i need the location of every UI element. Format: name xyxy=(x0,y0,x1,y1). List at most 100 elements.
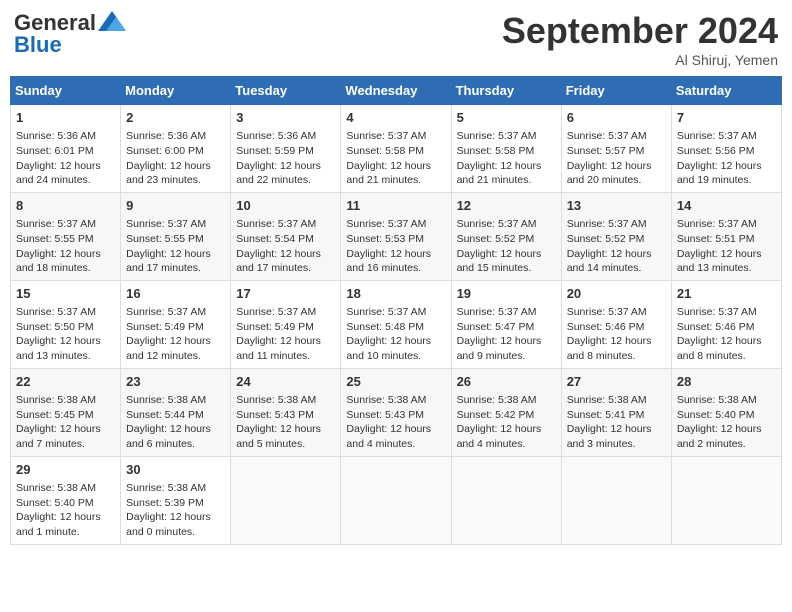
day-number: 10 xyxy=(236,197,335,215)
day-info: Sunrise: 5:37 AMSunset: 5:50 PMDaylight:… xyxy=(16,305,115,364)
day-cell: 2 Sunrise: 5:36 AMSunset: 6:00 PMDaylight… xyxy=(121,105,231,193)
day-cell: 20Sunrise: 5:37 AMSunset: 5:46 PMDayligh… xyxy=(561,280,671,368)
day-cell: 21 Sunrise: 5:37 AMSunset: 5:46 PMDayligh… xyxy=(671,280,781,368)
day-cell: 28 Sunrise: 5:38 AMSunset: 5:40 PMDayligh… xyxy=(671,368,781,456)
column-header-monday: Monday xyxy=(121,77,231,105)
day-cell: 6 Sunrise: 5:37 AMSunset: 5:57 PMDaylight… xyxy=(561,105,671,193)
day-info: Sunrise: 5:37 AMSunset: 5:55 PMDaylight:… xyxy=(16,217,115,276)
day-number: 2 xyxy=(126,109,225,127)
day-number: 3 xyxy=(236,109,335,127)
day-number: 14 xyxy=(677,197,776,215)
day-number: 22 xyxy=(16,373,115,391)
day-info: Sunrise: 5:38 AMSunset: 5:43 PMDaylight:… xyxy=(346,393,445,452)
day-number: 18 xyxy=(346,285,445,303)
day-number: 27 xyxy=(567,373,666,391)
day-number: 11 xyxy=(346,197,445,215)
day-cell: 10Sunrise: 5:37 AMSunset: 5:54 PMDayligh… xyxy=(231,192,341,280)
column-header-tuesday: Tuesday xyxy=(231,77,341,105)
column-header-saturday: Saturday xyxy=(671,77,781,105)
day-number: 13 xyxy=(567,197,666,215)
day-number: 28 xyxy=(677,373,776,391)
day-number: 4 xyxy=(346,109,445,127)
day-info: Sunrise: 5:38 AMSunset: 5:43 PMDaylight:… xyxy=(236,393,335,452)
day-cell: 17 Sunrise: 5:37 AMSunset: 5:49 PMDayligh… xyxy=(231,280,341,368)
week-row-2: 8Sunrise: 5:37 AMSunset: 5:55 PMDaylight… xyxy=(11,192,782,280)
day-cell: 24 Sunrise: 5:38 AMSunset: 5:43 PMDayligh… xyxy=(231,368,341,456)
day-info: Sunrise: 5:38 AMSunset: 5:39 PMDaylight:… xyxy=(126,481,225,540)
day-cell: 25 Sunrise: 5:38 AMSunset: 5:43 PMDayligh… xyxy=(341,368,451,456)
day-cell xyxy=(671,456,781,544)
day-number: 7 xyxy=(677,109,776,127)
day-info: Sunrise: 5:38 AMSunset: 5:41 PMDaylight:… xyxy=(567,393,666,452)
day-info: Sunrise: 5:38 AMSunset: 5:44 PMDaylight:… xyxy=(126,393,225,452)
column-header-thursday: Thursday xyxy=(451,77,561,105)
day-cell: 23 Sunrise: 5:38 AMSunset: 5:44 PMDayligh… xyxy=(121,368,231,456)
day-number: 19 xyxy=(457,285,556,303)
day-info: Sunrise: 5:37 AMSunset: 5:49 PMDaylight:… xyxy=(236,305,335,364)
day-info: Sunrise: 5:37 AMSunset: 5:51 PMDaylight:… xyxy=(677,217,776,276)
day-number: 21 xyxy=(677,285,776,303)
day-cell: 5 Sunrise: 5:37 AMSunset: 5:58 PMDaylight… xyxy=(451,105,561,193)
day-cell: 19 Sunrise: 5:37 AMSunset: 5:47 PMDayligh… xyxy=(451,280,561,368)
calendar-header-row: SundayMondayTuesdayWednesdayThursdayFrid… xyxy=(11,77,782,105)
day-cell: 15 Sunrise: 5:37 AMSunset: 5:50 PMDayligh… xyxy=(11,280,121,368)
day-number: 6 xyxy=(567,109,666,127)
calendar-table: SundayMondayTuesdayWednesdayThursdayFrid… xyxy=(10,76,782,545)
day-info: Sunrise: 5:37 AMSunset: 5:53 PMDaylight:… xyxy=(346,217,445,276)
day-info: Sunrise: 5:37 AMSunset: 5:52 PMDaylight:… xyxy=(567,217,666,276)
day-cell: 26Sunrise: 5:38 AMSunset: 5:42 PMDayligh… xyxy=(451,368,561,456)
day-cell: 8Sunrise: 5:37 AMSunset: 5:55 PMDaylight… xyxy=(11,192,121,280)
day-cell: 27 Sunrise: 5:38 AMSunset: 5:41 PMDayligh… xyxy=(561,368,671,456)
day-cell: 30 Sunrise: 5:38 AMSunset: 5:39 PMDayligh… xyxy=(121,456,231,544)
day-info: Sunrise: 5:37 AMSunset: 5:57 PMDaylight:… xyxy=(567,129,666,188)
day-info: Sunrise: 5:37 AMSunset: 5:48 PMDaylight:… xyxy=(346,305,445,364)
day-number: 20 xyxy=(567,285,666,303)
day-info: Sunrise: 5:37 AMSunset: 5:58 PMDaylight:… xyxy=(457,129,556,188)
day-info: Sunrise: 5:37 AMSunset: 5:52 PMDaylight:… xyxy=(457,217,556,276)
week-row-3: 15 Sunrise: 5:37 AMSunset: 5:50 PMDayligh… xyxy=(11,280,782,368)
week-row-5: 29Sunrise: 5:38 AMSunset: 5:40 PMDayligh… xyxy=(11,456,782,544)
day-cell: 16 Sunrise: 5:37 AMSunset: 5:49 PMDayligh… xyxy=(121,280,231,368)
day-info: Sunrise: 5:37 AMSunset: 5:58 PMDaylight:… xyxy=(346,129,445,188)
day-info: Sunrise: 5:36 AMSunset: 6:01 PMDaylight:… xyxy=(16,129,115,188)
location: Al Shiruj, Yemen xyxy=(502,52,778,68)
day-number: 12 xyxy=(457,197,556,215)
week-row-4: 22 Sunrise: 5:38 AMSunset: 5:45 PMDayligh… xyxy=(11,368,782,456)
day-info: Sunrise: 5:37 AMSunset: 5:55 PMDaylight:… xyxy=(126,217,225,276)
day-number: 23 xyxy=(126,373,225,391)
day-number: 15 xyxy=(16,285,115,303)
logo-icon xyxy=(98,11,126,31)
day-cell: 7 Sunrise: 5:37 AMSunset: 5:56 PMDaylight… xyxy=(671,105,781,193)
day-info: Sunrise: 5:37 AMSunset: 5:47 PMDaylight:… xyxy=(457,305,556,364)
day-info: Sunrise: 5:36 AMSunset: 6:00 PMDaylight:… xyxy=(126,129,225,188)
day-info: Sunrise: 5:38 AMSunset: 5:40 PMDaylight:… xyxy=(677,393,776,452)
day-info: Sunrise: 5:37 AMSunset: 5:49 PMDaylight:… xyxy=(126,305,225,364)
day-number: 25 xyxy=(346,373,445,391)
column-header-wednesday: Wednesday xyxy=(341,77,451,105)
day-number: 5 xyxy=(457,109,556,127)
day-number: 16 xyxy=(126,285,225,303)
day-info: Sunrise: 5:37 AMSunset: 5:56 PMDaylight:… xyxy=(677,129,776,188)
day-info: Sunrise: 5:36 AMSunset: 5:59 PMDaylight:… xyxy=(236,129,335,188)
day-cell xyxy=(561,456,671,544)
column-header-sunday: Sunday xyxy=(11,77,121,105)
day-cell: 13 Sunrise: 5:37 AMSunset: 5:52 PMDayligh… xyxy=(561,192,671,280)
logo: General Blue xyxy=(14,10,126,58)
day-cell xyxy=(451,456,561,544)
day-info: Sunrise: 5:38 AMSunset: 5:45 PMDaylight:… xyxy=(16,393,115,452)
column-header-friday: Friday xyxy=(561,77,671,105)
day-cell: 18 Sunrise: 5:37 AMSunset: 5:48 PMDayligh… xyxy=(341,280,451,368)
page-header: General Blue September 2024 Al Shiruj, Y… xyxy=(10,10,782,68)
day-number: 30 xyxy=(126,461,225,479)
month-title: September 2024 xyxy=(502,10,778,52)
day-number: 24 xyxy=(236,373,335,391)
day-cell: 11 Sunrise: 5:37 AMSunset: 5:53 PMDayligh… xyxy=(341,192,451,280)
week-row-1: 1Sunrise: 5:36 AMSunset: 6:01 PMDaylight… xyxy=(11,105,782,193)
day-cell: 22 Sunrise: 5:38 AMSunset: 5:45 PMDayligh… xyxy=(11,368,121,456)
day-cell xyxy=(341,456,451,544)
logo-blue-text: Blue xyxy=(14,32,62,58)
day-number: 17 xyxy=(236,285,335,303)
day-cell: 3 Sunrise: 5:36 AMSunset: 5:59 PMDaylight… xyxy=(231,105,341,193)
day-info: Sunrise: 5:37 AMSunset: 5:46 PMDaylight:… xyxy=(677,305,776,364)
day-cell: 9Sunrise: 5:37 AMSunset: 5:55 PMDaylight… xyxy=(121,192,231,280)
